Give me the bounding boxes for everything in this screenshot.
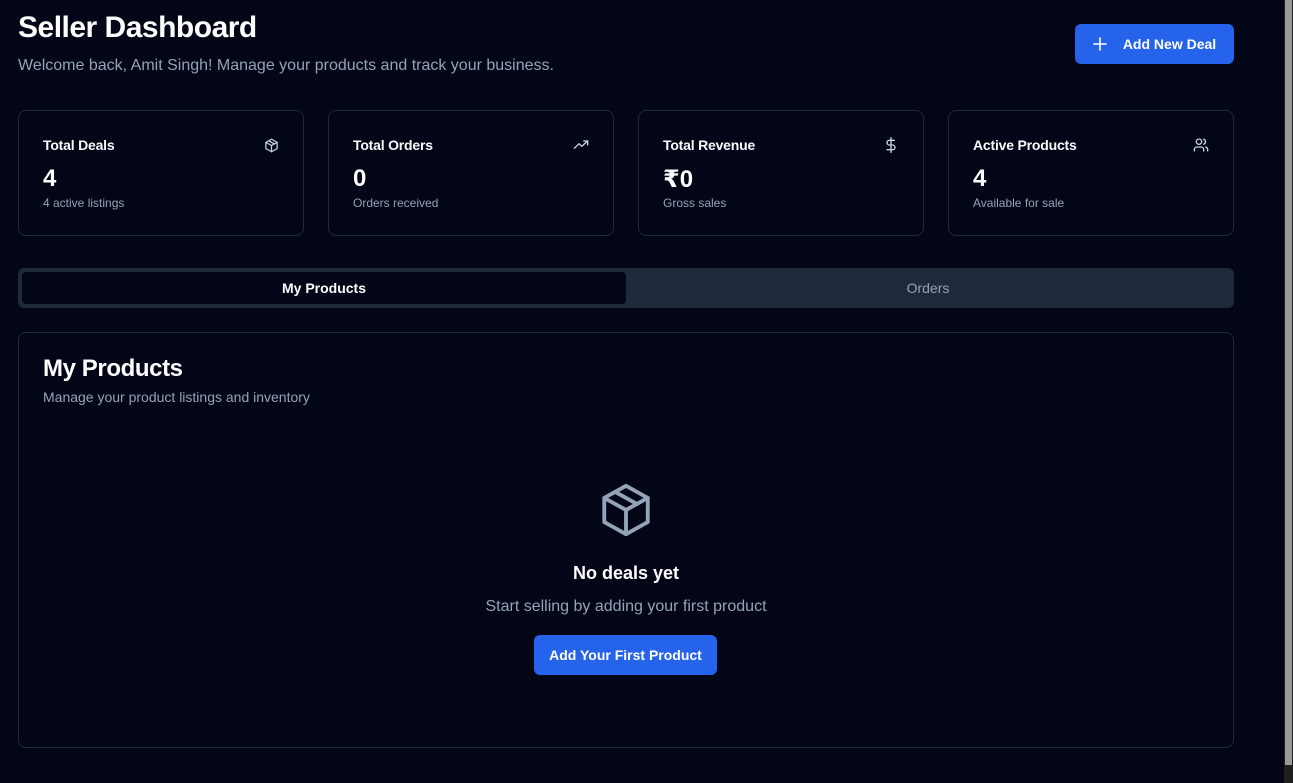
- users-icon: [1193, 137, 1209, 153]
- stat-label: Active Products: [973, 137, 1077, 153]
- stat-caption: Gross sales: [663, 196, 727, 210]
- empty-state-subtitle: Start selling by adding your first produ…: [485, 598, 767, 615]
- stat-card-total-revenue: Total Revenue ₹0 Gross sales: [638, 110, 924, 236]
- stat-card-active-products: Active Products 4 Available for sale: [948, 110, 1234, 236]
- vertical-scrollbar[interactable]: [1284, 0, 1293, 783]
- plus-icon: [1093, 37, 1107, 51]
- stat-label: Total Orders: [353, 137, 433, 153]
- stat-label: Total Deals: [43, 137, 115, 153]
- stat-value: 0: [353, 165, 367, 192]
- stat-value: 4: [973, 165, 987, 192]
- scrollbar-thumb[interactable]: [1285, 0, 1292, 765]
- stat-caption: Orders received: [353, 196, 439, 210]
- page-title: Seller Dashboard: [18, 11, 257, 44]
- empty-state-title: No deals yet: [572, 563, 680, 583]
- empty-state-package-icon: [597, 481, 655, 539]
- stat-value: ₹0: [663, 166, 694, 193]
- package-icon: [263, 137, 279, 153]
- tab-list: My Products Orders: [18, 268, 1234, 308]
- stat-card-total-orders: Total Orders 0 Orders received: [328, 110, 614, 236]
- stat-card-total-deals: Total Deals 4 4 active listings: [18, 110, 304, 236]
- page-subtitle: Welcome back, Amit Singh! Manage your pr…: [18, 57, 554, 74]
- tab-my-products[interactable]: My Products: [22, 272, 626, 304]
- stat-value: 4: [43, 165, 57, 192]
- add-new-deal-button[interactable]: Add New Deal: [1075, 24, 1234, 64]
- add-first-product-button[interactable]: Add Your First Product: [534, 635, 717, 675]
- tab-orders[interactable]: Orders: [626, 272, 1230, 304]
- stat-label: Total Revenue: [663, 137, 756, 153]
- dollar-icon: [883, 137, 899, 153]
- trending-up-icon: [573, 137, 589, 153]
- add-new-deal-label: Add New Deal: [1122, 36, 1217, 52]
- stat-caption: Available for sale: [973, 196, 1065, 210]
- stat-caption: 4 active listings: [43, 196, 125, 210]
- panel-subtitle: Manage your product listings and invento…: [43, 389, 310, 405]
- panel-title: My Products: [43, 355, 183, 382]
- seller-dashboard-page: Seller Dashboard Welcome back, Amit Sing…: [0, 0, 1293, 783]
- my-products-panel: My Products Manage your product listings…: [18, 332, 1234, 748]
